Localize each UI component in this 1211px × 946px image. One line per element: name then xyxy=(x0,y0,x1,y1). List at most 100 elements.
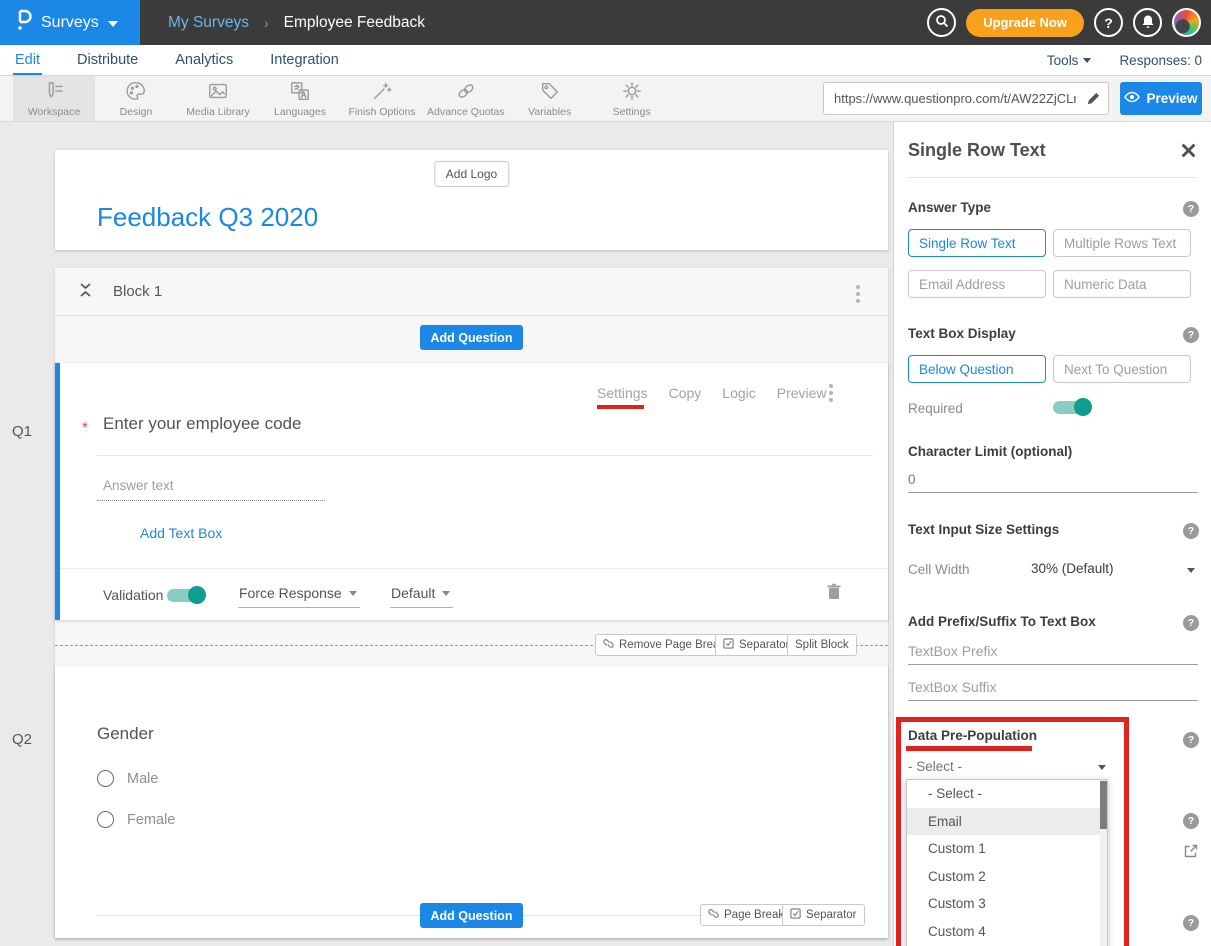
option-email[interactable]: Email xyxy=(907,808,1107,836)
hidden-section2-help-icon[interactable]: ? xyxy=(1183,915,1199,931)
default-dropdown[interactable]: Default xyxy=(390,585,453,608)
option-custom-4[interactable]: Custom 4 xyxy=(907,918,1107,946)
breadcrumb-my-surveys[interactable]: My Surveys xyxy=(168,14,249,32)
eye-icon xyxy=(1124,91,1140,106)
split-block-button[interactable]: Split Block xyxy=(787,634,857,656)
option-custom-3[interactable]: Custom 3 xyxy=(907,890,1107,918)
question-footer-divider xyxy=(60,568,888,569)
tab-distribute[interactable]: Distribute xyxy=(77,52,138,68)
question-text-q2[interactable]: Gender xyxy=(97,724,154,744)
radio-male[interactable] xyxy=(97,770,114,787)
survey-header-card: Add Logo Feedback Q3 2020 xyxy=(55,150,888,250)
chevron-down-icon[interactable] xyxy=(1098,765,1106,770)
tab-question-preview[interactable]: Preview xyxy=(777,385,827,401)
tab-question-settings[interactable]: Settings xyxy=(597,385,648,401)
preview-button[interactable]: Preview xyxy=(1120,82,1202,115)
toolbar-item-advance-quotas[interactable]: Advance Quotas xyxy=(423,76,509,121)
question-mark-icon: ? xyxy=(1104,15,1113,31)
textbox-prefix-input[interactable] xyxy=(908,642,1198,665)
toolbar-item-workspace[interactable]: Workspace xyxy=(13,76,95,121)
required-label: Required xyxy=(908,401,963,416)
radio-female[interactable] xyxy=(97,811,114,828)
page-break-button[interactable]: Page Break xyxy=(700,904,792,926)
answer-type-multiple-rows[interactable]: Multiple Rows Text xyxy=(1053,229,1191,257)
red-annotation-underline xyxy=(906,746,1032,751)
display-next-to-question[interactable]: Next To Question xyxy=(1053,355,1191,383)
add-question-button-bottom[interactable]: Add Question xyxy=(420,903,524,928)
textbox-suffix-input[interactable] xyxy=(908,678,1198,701)
collapse-block-icon[interactable] xyxy=(80,283,91,302)
question-text-q1[interactable]: Enter your employee code xyxy=(103,414,301,434)
validation-toggle[interactable] xyxy=(167,586,206,604)
popup-scrollbar-thumb[interactable] xyxy=(1100,781,1107,829)
tab-question-copy[interactable]: Copy xyxy=(669,385,702,401)
nav-right: Tools Responses: 0 xyxy=(1047,45,1202,75)
cell-width-value[interactable]: 30% (Default) xyxy=(1031,561,1114,576)
bell-icon xyxy=(1141,14,1155,32)
toolbar-item-settings[interactable]: Settings xyxy=(591,76,673,121)
survey-url-input[interactable] xyxy=(824,91,1078,106)
external-link-icon[interactable] xyxy=(1183,843,1199,864)
chevron-down-icon[interactable] xyxy=(1187,568,1195,573)
tab-integration[interactable]: Integration xyxy=(270,52,339,68)
separator-button-q2[interactable]: Separator xyxy=(782,904,865,926)
tab-edit[interactable]: Edit xyxy=(15,52,40,68)
prefix-suffix-help-icon[interactable]: ? xyxy=(1183,615,1199,631)
help-button[interactable]: ? xyxy=(1094,8,1123,37)
workspace-icon xyxy=(43,80,65,105)
text-input-size-help-icon[interactable]: ? xyxy=(1183,523,1199,539)
edit-url-pencil-icon[interactable] xyxy=(1078,91,1108,106)
toolbar-item-media-library[interactable]: Media Library xyxy=(177,76,259,121)
add-question-button-top[interactable]: Add Question xyxy=(420,325,524,350)
option-custom-1[interactable]: Custom 1 xyxy=(907,835,1107,863)
remove-page-break-button[interactable]: Remove Page Break xyxy=(595,634,733,656)
delete-question-trash-icon[interactable] xyxy=(826,583,842,606)
notifications-button[interactable] xyxy=(1133,8,1162,37)
data-pre-population-select[interactable]: - Select - xyxy=(908,759,962,774)
answer-type-numeric[interactable]: Numeric Data xyxy=(1053,270,1191,298)
data-pre-population-help-icon[interactable]: ? xyxy=(1183,732,1199,748)
character-limit-input[interactable] xyxy=(908,470,1198,493)
toolbar-item-languages[interactable]: Languages xyxy=(259,76,341,121)
display-below-question[interactable]: Below Question xyxy=(908,355,1046,383)
add-logo-button[interactable]: Add Logo xyxy=(434,161,509,187)
required-toggle[interactable] xyxy=(1053,398,1092,416)
avatar[interactable] xyxy=(1172,8,1201,37)
answer-type-email[interactable]: Email Address xyxy=(908,270,1046,298)
breadcrumb-current-survey: Employee Feedback xyxy=(284,14,425,32)
block-container: Block 1 Add Question Settings Copy Logic… xyxy=(55,268,888,938)
separator-button-q1[interactable]: Separator xyxy=(715,634,798,656)
tab-question-logic[interactable]: Logic xyxy=(722,385,755,401)
checkbox-checked-icon xyxy=(790,908,801,922)
toolbar-item-label: Media Library xyxy=(186,106,250,118)
toolbar-item-design[interactable]: Design xyxy=(95,76,177,121)
gear-icon xyxy=(621,80,643,105)
upgrade-now-button[interactable]: Upgrade Now xyxy=(966,9,1084,37)
product-switcher[interactable]: Surveys xyxy=(0,0,140,45)
answer-text-placeholder[interactable]: Answer text xyxy=(103,478,174,493)
answer-type-single-row[interactable]: Single Row Text xyxy=(908,229,1046,257)
questionpro-logo-icon xyxy=(16,8,32,37)
force-response-dropdown[interactable]: Force Response xyxy=(238,585,360,608)
toolbar-item-finish-options[interactable]: Finish Options xyxy=(341,76,423,121)
tab-analytics[interactable]: Analytics xyxy=(175,52,233,68)
block-title[interactable]: Block 1 xyxy=(113,283,162,300)
option-select[interactable]: - Select - xyxy=(907,780,1107,808)
radio-male-label[interactable]: Male xyxy=(127,771,158,787)
text-box-display-help-icon[interactable]: ? xyxy=(1183,327,1199,343)
radio-female-label[interactable]: Female xyxy=(127,812,175,828)
add-text-box-link[interactable]: Add Text Box xyxy=(140,525,222,541)
survey-title[interactable]: Feedback Q3 2020 xyxy=(97,202,318,233)
tools-dropdown[interactable]: Tools xyxy=(1047,53,1092,68)
question-menu-kebab-icon[interactable] xyxy=(829,384,833,402)
answer-type-help-icon[interactable]: ? xyxy=(1183,201,1199,217)
toolbar-item-variables[interactable]: Variables xyxy=(509,76,591,121)
search-button[interactable] xyxy=(927,8,956,37)
answer-text-underline xyxy=(97,500,325,501)
popup-scrollbar[interactable] xyxy=(1100,780,1107,946)
hidden-section-help-icon[interactable]: ? xyxy=(1183,813,1199,829)
close-panel-icon[interactable] xyxy=(1181,143,1196,163)
block-menu-kebab-icon[interactable] xyxy=(856,285,860,303)
option-custom-2[interactable]: Custom 2 xyxy=(907,863,1107,891)
tag-icon xyxy=(539,80,561,105)
